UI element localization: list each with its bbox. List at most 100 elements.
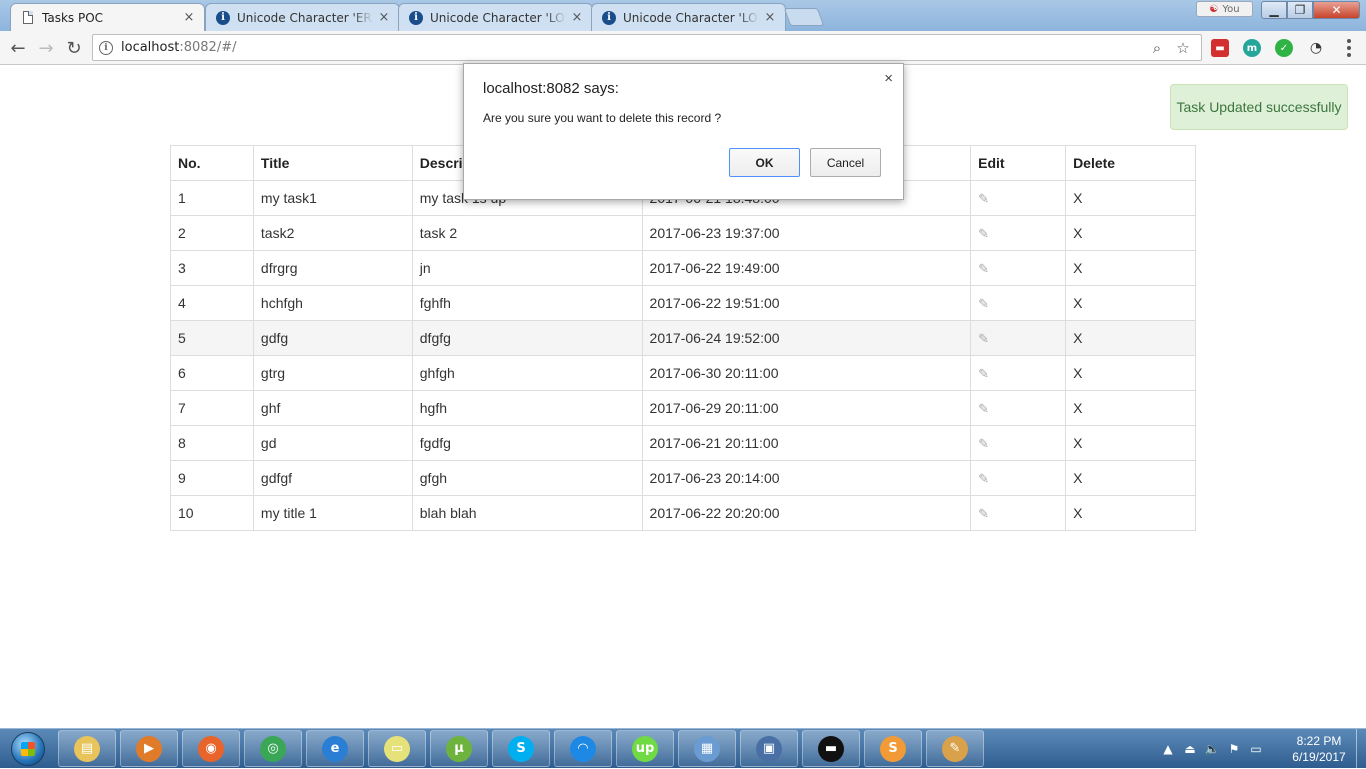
- minimize-button[interactable]: ▁: [1261, 1, 1287, 19]
- pencil-icon[interactable]: ✎: [978, 401, 989, 416]
- new-tab-button[interactable]: [783, 8, 825, 26]
- taskbar-button[interactable]: ▤: [58, 730, 116, 767]
- cell-no: 10: [170, 495, 254, 531]
- taskbar-button[interactable]: ▣: [740, 730, 798, 767]
- cell-title: hchfgh: [252, 285, 413, 321]
- delete-button[interactable]: X: [1065, 180, 1196, 216]
- extension-car-icon[interactable]: ▬: [1211, 39, 1229, 57]
- show-desktop-button[interactable]: [1356, 729, 1366, 769]
- cell-description: ghfgh: [411, 355, 643, 391]
- pencil-icon[interactable]: ✎: [978, 366, 989, 381]
- site-info-icon[interactable]: i: [99, 40, 113, 55]
- taskbar-button[interactable]: e: [306, 730, 364, 767]
- browser-menu-icon[interactable]: [1344, 39, 1354, 57]
- edit-cell: ✎: [970, 460, 1067, 496]
- extension-check-icon[interactable]: ✓: [1275, 39, 1293, 57]
- taskbar-button[interactable]: S: [864, 730, 922, 767]
- cell-no: 5: [170, 320, 254, 356]
- tab-unicode-eras[interactable]: i Unicode Character 'ERAS ×: [205, 3, 400, 31]
- close-icon[interactable]: ×: [884, 70, 893, 87]
- cell-date: 2017-06-24 19:52:00: [641, 320, 972, 356]
- delete-button[interactable]: X: [1065, 215, 1196, 251]
- system-clock[interactable]: 8:22 PM 6/19/2017: [1284, 733, 1354, 765]
- extension-speedometer-icon[interactable]: ◔: [1307, 39, 1325, 57]
- pencil-icon[interactable]: ✎: [978, 471, 989, 486]
- cell-description: task 2: [411, 215, 643, 251]
- table-row: 4 hchfgh fghfh 2017-06-22 19:51:00 ✎ X: [170, 285, 1196, 321]
- taskbar-button[interactable]: S: [492, 730, 550, 767]
- reload-button[interactable]: ↻: [63, 37, 85, 59]
- pencil-icon[interactable]: ✎: [978, 296, 989, 311]
- zoom-icon[interactable]: ⌕: [1149, 39, 1165, 57]
- arrow-right-icon: →: [38, 37, 54, 59]
- taskbar-button[interactable]: ◎: [244, 730, 302, 767]
- show-hidden-icons-icon[interactable]: ▲: [1160, 742, 1176, 756]
- action-center-flag-icon[interactable]: ⚑: [1226, 742, 1242, 756]
- maximize-button[interactable]: ❐: [1287, 1, 1313, 19]
- taskbar-button[interactable]: ▬: [802, 730, 860, 767]
- delete-button[interactable]: X: [1065, 460, 1196, 496]
- profile-button[interactable]: ☯ You: [1196, 1, 1253, 17]
- address-bar[interactable]: i localhost:8082/#/ ⌕ ☆: [92, 34, 1202, 61]
- tasks-table: No. Title Description Date Edit Delete 1…: [170, 145, 1196, 531]
- taskbar-button[interactable]: ◉: [182, 730, 240, 767]
- back-button[interactable]: ←: [7, 37, 29, 59]
- delete-button[interactable]: X: [1065, 320, 1196, 356]
- delete-button[interactable]: X: [1065, 425, 1196, 461]
- delete-button[interactable]: X: [1065, 250, 1196, 286]
- address-url[interactable]: localhost:8082/#/: [121, 40, 1149, 55]
- forward-button[interactable]: →: [35, 37, 57, 59]
- taskbar-button[interactable]: ▦: [678, 730, 736, 767]
- cell-description: gfgh: [411, 460, 643, 496]
- cell-date: 2017-06-30 20:11:00: [641, 355, 972, 391]
- table-row: 9 gdfgf gfgh 2017-06-23 20:14:00 ✎ X: [170, 460, 1196, 496]
- close-icon[interactable]: ×: [570, 10, 584, 25]
- tab-tasks-poc[interactable]: Tasks POC ×: [10, 3, 205, 31]
- tab-unicode-low-1[interactable]: i Unicode Character 'LOW ×: [398, 3, 593, 31]
- volume-icon[interactable]: 🔈: [1204, 742, 1220, 756]
- taskbar-button[interactable]: ▭: [368, 730, 426, 767]
- close-icon[interactable]: ×: [763, 10, 777, 25]
- usb-icon[interactable]: ⏏: [1182, 742, 1198, 756]
- pencil-icon[interactable]: ✎: [978, 506, 989, 521]
- pencil-icon[interactable]: ✎: [978, 191, 989, 206]
- pencil-icon[interactable]: ✎: [978, 331, 989, 346]
- delete-button[interactable]: X: [1065, 495, 1196, 531]
- close-icon[interactable]: ×: [182, 10, 196, 25]
- tab-unicode-low-2[interactable]: i Unicode Character 'LOW ×: [591, 3, 786, 31]
- delete-button[interactable]: X: [1065, 285, 1196, 321]
- ok-button[interactable]: OK: [729, 148, 800, 177]
- taskbar-button[interactable]: ▶: [120, 730, 178, 767]
- pencil-icon[interactable]: ✎: [978, 226, 989, 241]
- delete-button[interactable]: X: [1065, 390, 1196, 426]
- cell-title: task2: [252, 215, 413, 251]
- taskbar-button[interactable]: up: [616, 730, 674, 767]
- delete-button[interactable]: X: [1065, 355, 1196, 391]
- skype-icon: S: [508, 735, 534, 762]
- sticky-notes-icon: ▭: [384, 735, 410, 762]
- network-icon[interactable]: ▭: [1248, 742, 1264, 756]
- window-close-button[interactable]: ✕: [1313, 1, 1360, 19]
- pencil-icon[interactable]: ✎: [978, 436, 989, 451]
- close-icon[interactable]: ×: [377, 10, 391, 25]
- edit-cell: ✎: [970, 390, 1067, 426]
- arrow-left-icon: ←: [10, 37, 26, 59]
- pencil-icon[interactable]: ✎: [978, 261, 989, 276]
- url-path: :8082/#/: [179, 40, 237, 55]
- taskbar-button[interactable]: ◠: [554, 730, 612, 767]
- profile-icon: ☯: [1209, 3, 1219, 15]
- cell-description: fghfh: [411, 285, 643, 321]
- taskbar-button[interactable]: ✎: [926, 730, 984, 767]
- cell-title: ghf: [252, 390, 413, 426]
- info-icon: i: [216, 10, 230, 25]
- cancel-button[interactable]: Cancel: [810, 148, 881, 177]
- clock-date: 6/19/2017: [1292, 750, 1346, 764]
- start-button[interactable]: [2, 729, 54, 769]
- cell-title: gdfgf: [252, 460, 413, 496]
- cell-title: my task1: [252, 180, 413, 216]
- extension-m-icon[interactable]: m: [1243, 39, 1261, 57]
- bookmark-star-icon[interactable]: ☆: [1175, 39, 1191, 57]
- taskbar-button[interactable]: µ: [430, 730, 488, 767]
- cell-date: 2017-06-29 20:11:00: [641, 390, 972, 426]
- reload-icon: ↻: [66, 37, 82, 59]
